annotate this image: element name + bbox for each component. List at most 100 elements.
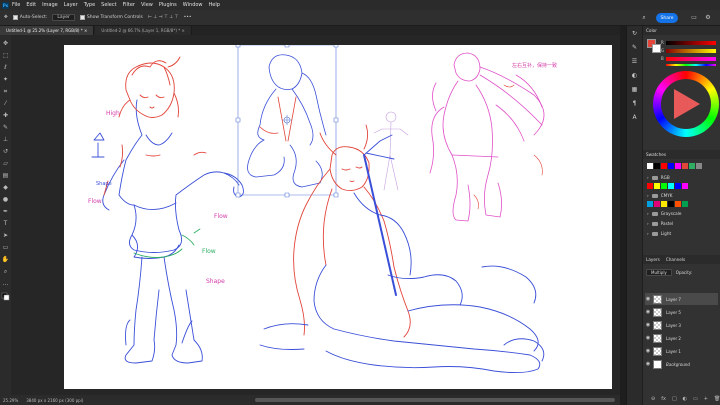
slider-r[interactable]: R xyxy=(661,40,716,45)
swatch[interactable] xyxy=(654,201,660,207)
swatch[interactable] xyxy=(682,163,688,169)
visibility-eye-icon[interactable]: ◉ xyxy=(645,335,651,341)
search-icon[interactable]: ⌕ xyxy=(640,14,648,22)
menu-help[interactable]: Help xyxy=(209,2,220,8)
chevron-icon[interactable]: › xyxy=(647,175,649,180)
mask-icon[interactable]: □ xyxy=(672,396,677,402)
menu-type[interactable]: Type xyxy=(84,2,95,8)
visibility-eye-icon[interactable]: ◉ xyxy=(645,296,651,302)
canvas-area[interactable]: High Shape Flow Flow Flow Shape 左右互补，保持一… xyxy=(11,35,620,395)
slider-b[interactable]: B xyxy=(661,56,716,61)
color-wheel[interactable] xyxy=(653,71,719,137)
auto-select-option[interactable]: Auto-Select: xyxy=(12,15,47,20)
swatch[interactable] xyxy=(668,183,674,189)
more-options-icon[interactable]: ••• xyxy=(184,15,192,20)
settings-icon[interactable]: ⚙ xyxy=(704,14,712,22)
tab-untitled-2[interactable]: Untitled-2 @ 66.7% (Layer 1, RGB/8*) * × xyxy=(95,26,192,35)
move-tool-icon[interactable]: ✥ xyxy=(4,15,8,20)
workspace-icon[interactable]: ▭ xyxy=(690,14,698,22)
swatch[interactable] xyxy=(647,201,653,207)
share-button[interactable]: Share xyxy=(656,13,678,23)
swatch[interactable] xyxy=(675,201,681,207)
menu-plugins[interactable]: Plugins xyxy=(159,2,177,8)
libraries-icon[interactable]: ▦ xyxy=(630,85,639,94)
swatch[interactable] xyxy=(661,163,667,169)
swatch[interactable] xyxy=(696,163,702,169)
zoom-level[interactable]: 25.29% xyxy=(3,398,18,403)
menu-layer[interactable]: Layer xyxy=(64,2,78,8)
tab-swatches[interactable]: Swatches xyxy=(646,152,666,157)
menu-select[interactable]: Select xyxy=(101,2,116,8)
chevron-icon[interactable]: › xyxy=(647,211,649,216)
chevron-icon[interactable]: › xyxy=(647,221,649,226)
folder-cmyk[interactable]: › CMYK xyxy=(647,193,673,198)
menu-edit[interactable]: Edit xyxy=(26,2,36,8)
swatch[interactable] xyxy=(661,183,667,189)
chevron-icon[interactable]: › xyxy=(647,231,649,236)
horizontal-scrollbar[interactable] xyxy=(255,398,615,402)
tab-color[interactable]: Color xyxy=(646,28,657,33)
align-icons[interactable]: ⊢ ⊥ ⊣ ⊤ ⊥ ⊤ xyxy=(148,15,179,20)
tab-channels[interactable]: Channels xyxy=(666,257,685,262)
menu-file[interactable]: File xyxy=(12,2,20,8)
group-icon[interactable]: ▭ xyxy=(693,396,698,402)
swatch[interactable] xyxy=(668,201,674,207)
menu-filter[interactable]: Filter xyxy=(123,2,135,8)
layer-row[interactable]: ◉ Layer 3 xyxy=(645,319,718,331)
swatch[interactable] xyxy=(647,183,653,189)
transform-controls-option[interactable]: Show Transform Controls xyxy=(79,15,143,20)
swatch[interactable] xyxy=(654,183,660,189)
auto-select-checkbox[interactable] xyxy=(12,15,18,20)
properties-icon[interactable]: ☰ xyxy=(630,57,639,66)
layer-row[interactable]: ◉ Layer 2 xyxy=(645,332,718,344)
trash-icon[interactable]: 🗑 xyxy=(714,396,720,402)
layer-row[interactable]: ◉ Layer 7 xyxy=(645,293,718,305)
swatch[interactable] xyxy=(682,201,688,207)
swatch[interactable] xyxy=(675,163,681,169)
visibility-eye-icon[interactable]: ◉ xyxy=(645,361,651,367)
slider-g[interactable]: G xyxy=(661,48,716,53)
document-info[interactable]: 3840 px x 2160 px (300 ppi) xyxy=(26,398,83,403)
adjustment-layer-icon[interactable]: ◐ xyxy=(683,396,687,402)
transform-controls-checkbox[interactable] xyxy=(79,15,85,20)
brush-settings-icon[interactable]: ✎ xyxy=(630,43,639,52)
swatch[interactable] xyxy=(682,183,688,189)
tab-layers[interactable]: Layers xyxy=(646,257,660,262)
swatch[interactable] xyxy=(647,163,653,169)
menu-window[interactable]: Window xyxy=(183,2,203,8)
link-icon[interactable]: ⊖ xyxy=(651,396,655,402)
adjustments-icon[interactable]: ◐ xyxy=(630,71,639,80)
menu-image[interactable]: Image xyxy=(42,2,58,8)
tools-icons[interactable]: ✥ ⬚ ℓ ✦ ⌗ ⁄ ✚ ✎ ⊥ ↺ ▱ ▤ ◆ ● ✒ T ➤ ▭ ✋ ⌕ xyxy=(0,35,11,395)
new-layer-icon[interactable]: + xyxy=(704,396,708,402)
chevron-icon[interactable]: › xyxy=(647,193,649,198)
visibility-eye-icon[interactable]: ◉ xyxy=(645,348,651,354)
background-swatch[interactable] xyxy=(652,44,661,53)
close-icon[interactable]: × xyxy=(181,28,184,33)
close-icon[interactable]: × xyxy=(84,28,87,33)
color-triangle[interactable] xyxy=(674,89,700,119)
swatch[interactable] xyxy=(668,163,674,169)
auto-select-dropdown[interactable]: Layer xyxy=(52,14,75,21)
swatch[interactable] xyxy=(689,163,695,169)
paragraph-icon[interactable]: ¶ xyxy=(630,99,639,108)
fx-icon[interactable]: fx xyxy=(661,396,666,402)
folder-light[interactable]: › Light xyxy=(647,231,671,236)
layer-row[interactable]: ◉ Background xyxy=(645,358,718,370)
folder-grayscale[interactable]: › Grayscale xyxy=(647,211,682,216)
hue-bar[interactable] xyxy=(666,64,716,66)
tab-untitled-1[interactable]: Untitled-1 @ 25.2% (Layer 7, RGB/8) * × xyxy=(0,26,95,35)
layer-row[interactable]: ◉ Layer 1 xyxy=(645,345,718,357)
blend-mode-dropdown[interactable]: Multiply xyxy=(646,268,672,276)
visibility-eye-icon[interactable]: ◉ xyxy=(645,309,651,315)
history-icon[interactable]: ↻ xyxy=(630,29,639,38)
swatch[interactable] xyxy=(654,163,660,169)
layer-row[interactable]: ◉ Layer 5 xyxy=(645,306,718,318)
folder-rgb[interactable]: › RGB xyxy=(647,175,670,180)
folder-pastel[interactable]: › Pastel xyxy=(647,221,673,226)
menu-view[interactable]: View xyxy=(141,2,153,8)
artboard[interactable]: High Shape Flow Flow Flow Shape 左右互补，保持一… xyxy=(64,42,612,389)
swatch[interactable] xyxy=(675,183,681,189)
visibility-eye-icon[interactable]: ◉ xyxy=(645,322,651,328)
character-icon[interactable]: A xyxy=(630,113,639,122)
